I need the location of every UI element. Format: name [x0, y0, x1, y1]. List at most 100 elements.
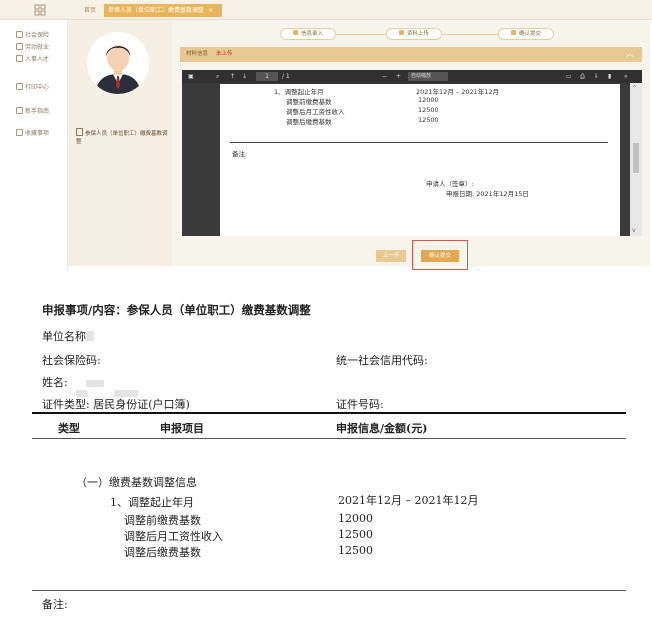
sidebar-item-print-center[interactable]: 打印中心 — [16, 82, 49, 91]
row-value: 12500 — [338, 528, 373, 541]
column-header-item: 申报项目 — [160, 422, 204, 435]
page-total: / 1 — [282, 73, 290, 80]
next-page-icon[interactable]: ↓ — [242, 70, 247, 83]
step-icon — [292, 30, 298, 35]
scroll-up-icon[interactable]: ^ — [632, 85, 637, 92]
user-avatar-icon — [87, 32, 149, 94]
avatar — [87, 32, 149, 94]
shield-icon — [16, 31, 23, 38]
main-panel: 信息录入 资料上传 确认提交 材料信息 未上传 ︿ ▣ ⌕ ↑ ↓ 1 / 1 … — [172, 20, 650, 270]
viewer-scrollbar[interactable]: ^ v — [630, 83, 642, 236]
row-value: 12000 — [338, 512, 373, 525]
social-code-label: 社会保险码: — [42, 354, 101, 367]
doc-item-label: 参保人员（单位职工）缴费基数调整 — [76, 131, 168, 145]
tab-home[interactable]: 首页 — [80, 4, 100, 17]
column-header-type: 类型 — [58, 422, 80, 435]
remark-rule — [32, 590, 626, 591]
pdf-remark: 备注: — [232, 150, 248, 158]
bookmark-icon[interactable]: ▮ — [608, 70, 611, 83]
step-icon — [398, 30, 404, 35]
sidebar-item-social-insurance[interactable]: 社会保险 — [16, 30, 49, 39]
download-icon[interactable]: ⇩ — [594, 70, 599, 83]
status-label: 材料信息 — [186, 51, 209, 57]
id-type: 证件类型: 居民身份证(户口簿) — [42, 398, 190, 411]
app-screenshot: 首页 参保人员（单位职工）缴费基数调整 × 社会保险 劳动就业 人事人才 打印中心… — [0, 0, 652, 272]
sidebar-item-personnel[interactable]: 人事人才 — [16, 54, 49, 63]
search-icon[interactable]: ⌕ — [216, 70, 219, 83]
sidebar: 社会保险 劳动就业 人事人才 打印中心 新手指南 收藏事项 — [0, 20, 68, 272]
top-tab-bar: 首页 参保人员（单位职工）缴费基数调整 × — [0, 0, 652, 20]
person-icon — [16, 55, 23, 62]
grid-menu-icon[interactable] — [34, 4, 46, 16]
step-label: 信息录入 — [300, 31, 323, 37]
sidebar-doc-item[interactable]: 参保人员（单位职工）缴费基数调整 — [76, 128, 170, 146]
sidebar-item-guide[interactable]: 新手指南 — [16, 106, 49, 115]
unit-name-label: 单位名称 — [42, 328, 94, 344]
viewer-toolbar: ▣ ⌕ ↑ ↓ 1 / 1 − + 自动缩放 ▭ ⎙ ⇩ ▮ » — [182, 70, 642, 83]
row-label: 调整前缴费基数 — [124, 514, 201, 527]
pdf-line-label: 调整后缴费基数 — [286, 118, 332, 126]
sidebar-item-label: 社会保险 — [25, 32, 50, 39]
pdf-viewer: ▣ ⌕ ↑ ↓ 1 / 1 − + 自动缩放 ▭ ⎙ ⇩ ▮ » 1、调整起止年… — [182, 70, 642, 236]
tab-active-label: 参保人员（单位职工）缴费基数调整 — [108, 7, 205, 14]
chevron-up-icon[interactable]: ︿ — [626, 50, 634, 58]
step-label: 资料上传 — [406, 31, 429, 37]
confirm-highlight-box: 确认提交 — [412, 240, 468, 270]
credit-code-label: 统一社会信用代码: — [336, 354, 428, 367]
pdf-line-value: 2021年12月 – 2021年12月 — [416, 88, 500, 96]
step-label: 确认提交 — [518, 31, 541, 37]
zoom-select[interactable]: 自动缩放 — [408, 72, 448, 81]
redacted-value — [86, 331, 94, 341]
pdf-line-value: 12500 — [418, 116, 439, 124]
sidebar-item-favorites[interactable]: 收藏事项 — [16, 128, 49, 137]
step-icon — [510, 30, 516, 35]
pdf-rule — [230, 142, 608, 143]
scrollbar-thumb[interactable] — [633, 143, 639, 173]
document-title: 申报事项/内容：参保人员（单位职工）缴费基数调整 — [42, 303, 311, 317]
status-value: 未上传 — [216, 51, 233, 57]
remark-label: 备注: — [42, 598, 68, 611]
pdf-applicant: 申请人（签章）: — [426, 180, 474, 188]
confirm-submit-button[interactable]: 确认提交 — [421, 250, 459, 262]
print-icon[interactable]: ⎙ — [580, 70, 585, 83]
printer-icon — [16, 83, 23, 90]
table-top-rule — [32, 412, 626, 414]
row-value: 12500 — [338, 544, 373, 557]
sidebar-item-label: 新手指南 — [25, 108, 50, 115]
sidebar-item-label: 人事人才 — [25, 56, 50, 63]
id-number-label: 证件号码: — [336, 398, 384, 411]
scroll-down-icon[interactable]: v — [632, 227, 636, 234]
row-value: 2021年12月 – 2021年12月 — [338, 494, 479, 507]
pdf-date: 申报日期: 2021年12月15日 — [446, 190, 529, 198]
pdf-line-label: 调整后月工资性收入 — [286, 108, 345, 116]
prev-page-icon[interactable]: ↑ — [230, 70, 235, 83]
column-header-info: 申报信息/金额(元) — [336, 422, 428, 435]
tab-active[interactable]: 参保人员（单位职工）缴费基数调整 × — [104, 4, 222, 17]
step-confirm[interactable]: 确认提交 — [498, 28, 554, 40]
pdf-line-label: 调整前缴费基数 — [286, 98, 332, 106]
zoom-in-icon[interactable]: + — [396, 70, 401, 83]
document-icon — [76, 128, 83, 136]
step-upload[interactable]: 资料上传 — [386, 28, 442, 40]
more-tools-icon[interactable]: » — [624, 70, 628, 83]
sidebar-item-label: 劳动就业 — [25, 44, 50, 51]
star-icon — [16, 129, 23, 136]
sidebar-toggle-icon[interactable]: ▣ — [188, 70, 194, 83]
material-status-bar[interactable]: 材料信息 未上传 ︿ — [180, 47, 642, 62]
pdf-line-label: 1、调整起止年月 — [274, 88, 324, 96]
close-icon[interactable]: × — [208, 7, 213, 14]
table-header-rule — [32, 438, 626, 439]
pdf-line-value: 12000 — [418, 96, 439, 104]
present-icon[interactable]: ▭ — [566, 70, 572, 83]
prev-step-button[interactable]: 上一步 — [376, 250, 406, 262]
name-label: 姓名: — [42, 376, 68, 389]
declaration-document: 申报事项/内容：参保人员（单位职工）缴费基数调整 单位名称 社会保险码: 统一社… — [0, 272, 652, 620]
zoom-out-icon[interactable]: − — [382, 70, 387, 83]
row-label: 1、调整起止年月 — [110, 496, 194, 509]
pdf-line-value: 12500 — [418, 106, 439, 114]
step-info-entry[interactable]: 信息录入 — [280, 28, 336, 40]
sidebar-item-employment[interactable]: 劳动就业 — [16, 42, 49, 51]
page-number-input[interactable]: 1 — [256, 72, 278, 81]
row-label: 调整后月工资性收入 — [124, 530, 223, 543]
guide-icon — [16, 107, 23, 114]
